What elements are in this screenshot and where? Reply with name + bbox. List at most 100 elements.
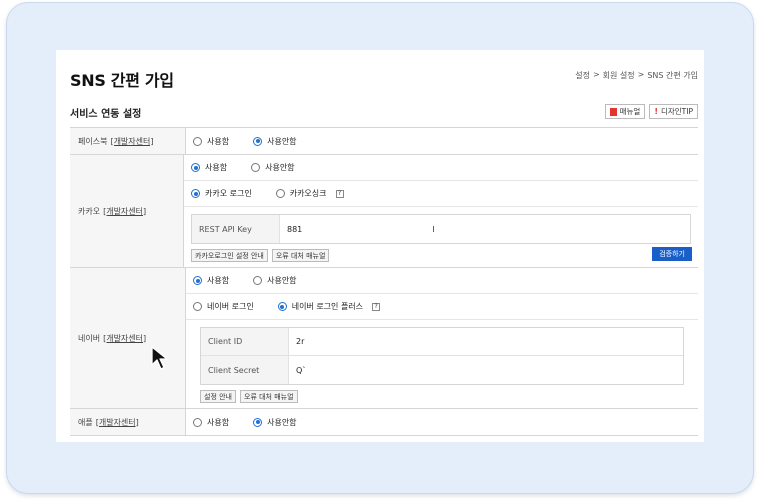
apple-unuse-radio[interactable]: 사용안함: [253, 417, 297, 428]
client-id-value: 2r: [296, 337, 305, 346]
kakao-login-guide-button[interactable]: 카카오로그인 설정 안내: [191, 249, 268, 262]
rest-api-key-label: REST API Key: [192, 215, 280, 243]
kakao-rest-api-key-row: REST API Key 881 l: [192, 215, 690, 243]
rest-api-key-value: 881: [287, 224, 303, 234]
client-secret-input[interactable]: Q`: [289, 356, 683, 384]
radio-label: 사용안함: [267, 136, 297, 146]
naver-dev-center-link[interactable]: [개발자센터]: [103, 333, 146, 344]
breadcrumb-separator: >: [637, 70, 645, 79]
help-icon[interactable]: ?: [335, 189, 344, 198]
naver-key-section: Client ID 2r Client Secret Q` 설정 안내 오류 대…: [186, 320, 698, 408]
kakao-use-options: 사용함 사용안함: [184, 155, 698, 181]
naver-use-radio[interactable]: 사용함: [193, 275, 229, 286]
rest-api-key-value-tail: l: [432, 224, 435, 234]
radio-circle: [191, 189, 200, 198]
content-panel: SNS 간편 가입 설정 > 회원 설정 > SNS 간편 가입 서비스 연동 …: [56, 50, 704, 442]
naver-options-cell: 사용함 사용안함 네이버 로그인 네이버 로그인 플러스? Client ID …: [186, 268, 698, 408]
kakao-error-manual-button[interactable]: 오류 대처 매뉴얼: [271, 249, 330, 262]
settings-table: 페이스북 [개발자센터] 사용함 사용안함 카카오 [개발자센터] 사용함 사용…: [70, 127, 698, 436]
naver-login-radio[interactable]: 네이버 로그인: [193, 301, 254, 312]
facebook-unuse-radio[interactable]: 사용안함: [253, 136, 297, 147]
kakao-use-radio[interactable]: 사용함: [191, 162, 227, 173]
radio-circle: [191, 163, 200, 172]
manual-button-label: 매뉴얼: [619, 107, 641, 116]
naver-key-table: Client ID 2r Client Secret Q`: [200, 327, 684, 385]
radio-label: 카카오싱크: [289, 189, 327, 198]
facebook-label: 페이스북: [78, 136, 108, 146]
naver-button-group: 설정 안내 오류 대처 매뉴얼: [200, 390, 691, 403]
apple-dev-center-link[interactable]: [개발자센터]: [96, 417, 139, 428]
kakao-dev-center-link[interactable]: [개발자센터]: [103, 206, 146, 217]
facebook-use-options: 사용함 사용안함: [186, 128, 698, 154]
facebook-options-cell: 사용함 사용안함: [186, 128, 698, 154]
apple-label-cell: 애플 [개발자센터]: [70, 409, 186, 435]
naver-label-cell: 네이버 [개발자센터]: [70, 268, 186, 408]
naver-error-manual-button[interactable]: 오류 대처 매뉴얼: [240, 390, 298, 403]
radio-label: 사용함: [207, 136, 230, 146]
naver-unuse-radio[interactable]: 사용안함: [253, 275, 297, 286]
apple-label: 애플: [78, 417, 93, 427]
apple-options-cell: 사용함 사용안함: [186, 409, 698, 435]
design-tip-button-label: 디자인TIP: [660, 107, 693, 116]
facebook-use-radio[interactable]: 사용함: [193, 136, 229, 147]
design-tip-button[interactable]: ! 디자인TIP: [649, 104, 698, 119]
naver-client-id-row: Client ID 2r: [201, 328, 683, 356]
kakao-key-section: REST API Key 881 l 카카오로그인 설정 안내 오류 대처 매뉴…: [184, 207, 698, 267]
radio-circle: [193, 417, 202, 427]
radio-label: 사용안함: [267, 276, 297, 285]
facebook-row: 페이스북 [개발자센터] 사용함 사용안함: [70, 128, 698, 155]
breadcrumb-item-current: SNS 간편 가입: [647, 71, 698, 80]
kakao-label: 카카오: [78, 206, 101, 216]
radio-label: 사용함: [207, 417, 230, 427]
radio-label: 사용안함: [265, 163, 295, 172]
radio-circle: [193, 302, 202, 311]
breadcrumb: 설정 > 회원 설정 > SNS 간편 가입: [575, 70, 698, 81]
naver-row: 네이버 [개발자센터] 사용함 사용안함 네이버 로그인 네이버 로그인 플러스…: [70, 268, 698, 409]
manual-doc-icon: [609, 107, 617, 116]
kakao-login-radio[interactable]: 카카오 로그인: [191, 188, 252, 199]
kakao-row: 카카오 [개발자센터] 사용함 사용안함 카카오 로그인 카카오싱크? REST…: [70, 155, 698, 268]
rest-api-key-input[interactable]: 881 l: [280, 215, 690, 243]
radio-circle: [253, 417, 263, 427]
radio-circle: [253, 136, 263, 146]
design-tip-icon: !: [654, 107, 658, 116]
radio-circle: [277, 302, 287, 311]
breadcrumb-separator: >: [592, 70, 600, 79]
facebook-label-cell: 페이스북 [개발자센터]: [70, 128, 186, 154]
verify-button[interactable]: 검증하기: [652, 247, 692, 261]
top-button-group: 매뉴얼 ! 디자인TIP: [604, 104, 698, 119]
apple-row: 애플 [개발자센터] 사용함 사용안함: [70, 409, 698, 436]
radio-circle: [253, 276, 263, 285]
naver-use-options: 사용함 사용안함: [186, 268, 698, 294]
breadcrumb-item-settings[interactable]: 설정: [575, 70, 590, 81]
radio-label: 사용함: [205, 163, 228, 172]
kakao-label-cell: 카카오 [개발자센터]: [70, 155, 184, 267]
naver-setup-guide-button[interactable]: 설정 안내: [200, 390, 236, 403]
mouse-pointer-icon: [151, 346, 168, 370]
kakao-options-cell: 사용함 사용안함 카카오 로그인 카카오싱크? REST API Key 881…: [184, 155, 698, 267]
kakao-key-table: REST API Key 881 l: [191, 214, 691, 244]
client-secret-label: Client Secret: [201, 356, 289, 384]
section-title: 서비스 연동 설정: [70, 109, 142, 120]
radio-circle: [193, 136, 202, 146]
breadcrumb-item-member-settings[interactable]: 회원 설정: [603, 70, 635, 81]
kakao-unuse-radio[interactable]: 사용안함: [251, 162, 295, 173]
naver-mode-options: 네이버 로그인 네이버 로그인 플러스?: [186, 294, 698, 320]
naver-login-plus-radio[interactable]: 네이버 로그인 플러스?: [277, 301, 381, 312]
radio-label: 사용함: [207, 276, 230, 285]
kakao-sync-radio[interactable]: 카카오싱크?: [275, 188, 344, 199]
client-secret-value: Q`: [296, 365, 307, 375]
apple-use-radio[interactable]: 사용함: [193, 417, 229, 428]
kakao-mode-options: 카카오 로그인 카카오싱크?: [184, 181, 698, 207]
client-id-label: Client ID: [201, 328, 289, 355]
help-icon[interactable]: ?: [372, 302, 381, 311]
apple-use-options: 사용함 사용안함: [186, 409, 698, 435]
manual-button[interactable]: 매뉴얼: [604, 104, 646, 119]
naver-label: 네이버: [78, 333, 101, 343]
radio-label: 카카오 로그인: [205, 189, 252, 198]
radio-label: 네이버 로그인: [207, 302, 254, 311]
client-id-input[interactable]: 2r: [289, 328, 683, 355]
radio-label: 네이버 로그인 플러스: [291, 302, 364, 311]
facebook-dev-center-link[interactable]: [개발자센터]: [110, 136, 153, 147]
naver-client-secret-row: Client Secret Q`: [201, 356, 683, 384]
